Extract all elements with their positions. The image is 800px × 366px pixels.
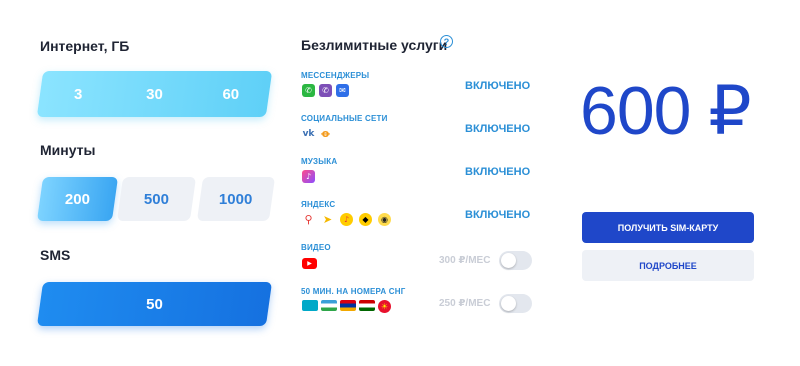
minutes-option-500[interactable]: 500	[116, 177, 197, 221]
whatsapp-icon: ✆	[302, 84, 315, 97]
service-title-cis: 50 МИН. НА НОМЕРА СНГ	[301, 287, 406, 296]
toggle-knob	[501, 296, 516, 311]
internet-heading: Интернет, ГБ	[40, 38, 130, 54]
more-details-button[interactable]: ПОДРОБНЕЕ	[582, 250, 754, 281]
yandex-music-icon: ♪	[340, 213, 353, 226]
cis-toggle[interactable]	[499, 294, 532, 313]
kazakhstan-flag-icon	[302, 300, 318, 311]
minutes-option-200[interactable]: 200	[36, 177, 119, 221]
minutes-option-1000[interactable]: 1000	[196, 177, 276, 221]
minutes-option-label: 1000	[219, 190, 253, 208]
service-icons-yandex: ⚲ ➤ ♪ ◆ ◉	[302, 213, 391, 226]
service-icons-cis: ☀	[302, 300, 391, 313]
viber-icon: ✆	[319, 84, 332, 97]
uzbekistan-flag-icon	[321, 300, 337, 311]
internet-option-30[interactable]: 30	[116, 86, 192, 103]
internet-slider[interactable]: 3 30 60	[36, 71, 273, 117]
music-icon: ♪	[302, 170, 315, 183]
tajikistan-flag-icon	[359, 300, 375, 311]
minutes-option-label: 200	[64, 190, 91, 208]
yandex-navigator-icon: ➤	[322, 213, 333, 226]
sms-slider[interactable]: 50	[36, 282, 273, 326]
toggle-knob	[501, 253, 516, 268]
service-title-yandex: ЯНДЕКС	[301, 200, 336, 209]
service-status-messengers: ВКЛЮЧЕНО	[465, 80, 531, 92]
odnoklassniki-icon: ꝋ	[321, 127, 330, 140]
service-title-messengers: МЕССЕНДЖЕРЫ	[301, 71, 370, 80]
total-price: 600 ₽	[580, 73, 752, 149]
vk-icon: vk	[302, 128, 315, 139]
armenia-flag-icon	[340, 300, 356, 311]
help-icon[interactable]: ?	[440, 35, 453, 48]
service-icons-video: ▶	[302, 258, 317, 269]
sms-heading: SMS	[40, 247, 71, 263]
internet-option-3[interactable]: 3	[40, 86, 116, 103]
get-sim-card-button[interactable]: ПОЛУЧИТЬ SIM-КАРТУ	[582, 212, 754, 243]
yandex-eda-icon: ◉	[378, 213, 391, 226]
service-title-social: СОЦИАЛЬНЫЕ СЕТИ	[301, 114, 388, 123]
video-toggle[interactable]	[499, 251, 532, 270]
service-price-video: 300 ₽/МЕС	[439, 255, 491, 266]
service-status-yandex: ВКЛЮЧЕНО	[465, 209, 531, 221]
service-title-video: ВИДЕО	[301, 243, 331, 252]
unlimited-heading: Безлимитные услуги	[301, 37, 448, 53]
service-title-music: МУЗЫКА	[301, 157, 338, 166]
service-status-music: ВКЛЮЧЕНО	[465, 166, 531, 178]
internet-option-60[interactable]: 60	[193, 86, 269, 103]
service-price-cis: 250 ₽/МЕС	[439, 298, 491, 309]
messenger-icon: ✉	[336, 84, 349, 97]
minutes-option-label: 500	[143, 190, 170, 208]
yandex-maps-icon: ⚲	[304, 213, 313, 226]
service-icons-messengers: ✆ ✆ ✉	[302, 84, 349, 97]
kyrgyzstan-flag-icon: ☀	[378, 300, 391, 313]
yandex-taxi-icon: ◆	[359, 213, 372, 226]
service-status-social: ВКЛЮЧЕНО	[465, 123, 531, 135]
youtube-icon: ▶	[302, 258, 317, 269]
service-icons-social: vk ꝋ	[302, 127, 332, 140]
sms-value: 50	[146, 295, 163, 313]
service-icons-music: ♪	[302, 170, 315, 183]
minutes-heading: Минуты	[40, 142, 96, 158]
